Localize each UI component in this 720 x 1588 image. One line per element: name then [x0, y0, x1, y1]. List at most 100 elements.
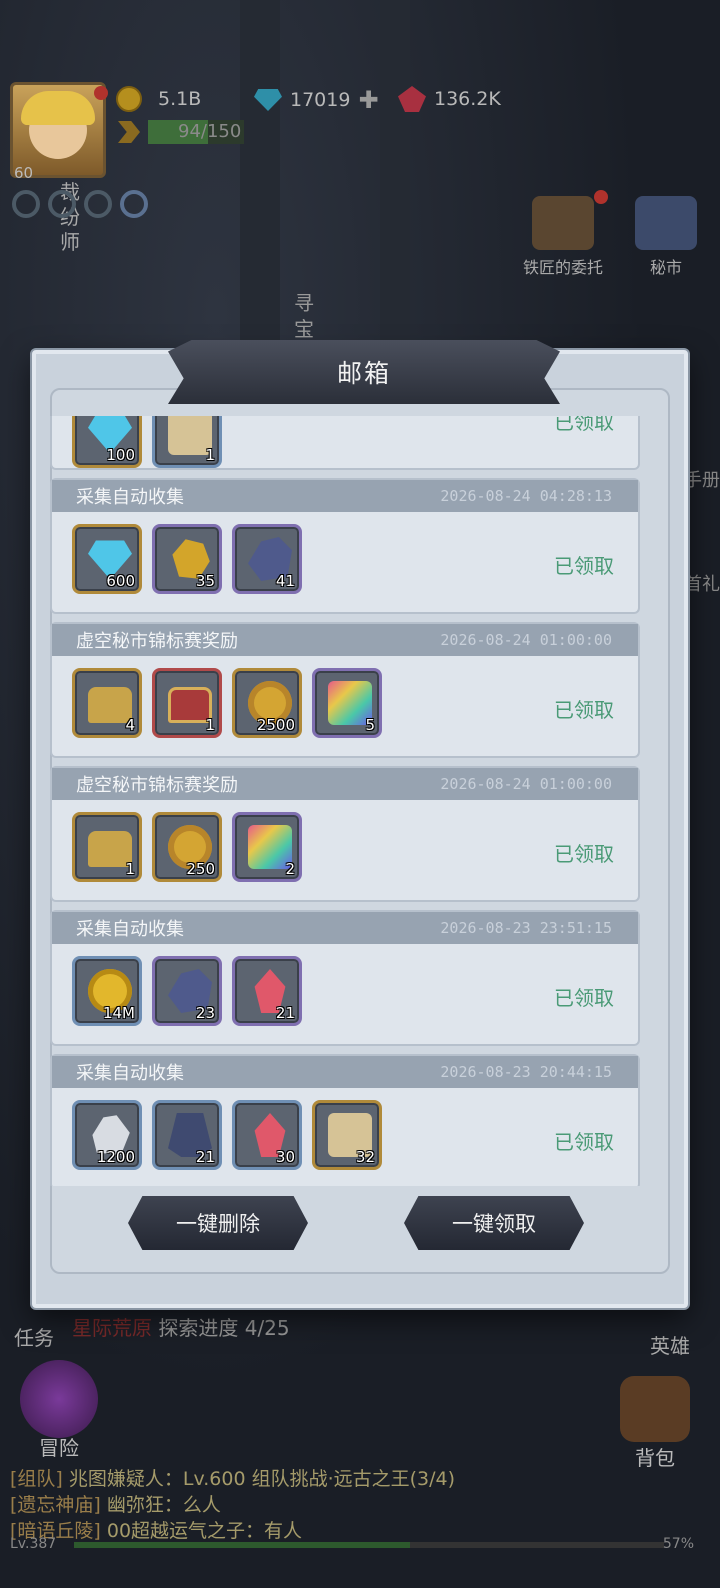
mail-header: 虚空秘市锦标赛奖励 2026-08-24 01:00:00 — [52, 768, 638, 800]
player-level: 60 — [14, 164, 34, 182]
explore-zone-name[interactable]: 星际荒原 — [72, 1316, 152, 1340]
task-button[interactable]: 任务 — [14, 1308, 54, 1351]
explore-progress: 星际荒原 探索进度 4/25 — [72, 1312, 290, 1341]
mail-timestamp: 2026-08-23 20:44:15 — [440, 1063, 612, 1081]
reward-item[interactable]: 2 — [232, 812, 302, 882]
reward-item[interactable]: 250 — [152, 812, 222, 882]
reward-count: 600 — [106, 572, 135, 590]
top-hud: 60 裁纷师 5.1B 17019 ✚ 136.2K 94/150 铁匠的委托 … — [0, 0, 720, 341]
experience-percent: 57% — [662, 1536, 694, 1552]
chat-text: 兆图嫌疑人：Lv.600 组队挑战·远古之王(3/4) — [68, 1468, 456, 1490]
hero-button[interactable]: 英雄 — [650, 1330, 690, 1359]
mail-header: 采集自动收集 2026-08-23 20:44:15 — [52, 1056, 638, 1088]
mail-entry[interactable]: 采集自动收集 2026-08-23 20:44:15 1200 21 30 32… — [50, 1054, 640, 1186]
reward-item[interactable]: 23 — [152, 956, 222, 1026]
player-level-label: Lv.387 — [10, 1536, 57, 1552]
diamond-icon — [254, 89, 282, 111]
reward-item[interactable]: 32 — [312, 1100, 382, 1170]
reward-items: 600 35 41 — [72, 524, 302, 594]
reward-item[interactable]: 5 — [312, 668, 382, 738]
reward-item[interactable]: 4 — [72, 668, 142, 738]
reward-item[interactable]: 14M — [72, 956, 142, 1026]
chat-feed[interactable]: [组队] 兆图嫌疑人：Lv.600 组队挑战·远古之王(3/4) [遗忘神庙] … — [10, 1466, 455, 1544]
blacksmith-label: 铁匠的委托 — [522, 258, 603, 277]
backpack-icon — [620, 1376, 690, 1442]
reward-count: 32 — [355, 1148, 375, 1166]
reward-count: 2 — [285, 860, 295, 878]
blacksmith-commission-button[interactable]: 铁匠的委托 — [516, 196, 610, 278]
ruby-amount: 136.2K — [434, 88, 501, 110]
stamina-icon — [118, 121, 140, 143]
treasure-chest-icon — [532, 196, 594, 250]
manual-side-label[interactable]: 手册 — [684, 466, 720, 492]
reward-count: 4 — [125, 716, 135, 734]
mail-entry[interactable]: 采集自动收集 2026-08-23 23:51:15 14M 23 21 已领取 — [50, 910, 640, 1046]
mail-entry[interactable]: 虚空秘市锦标赛奖励 2026-08-24 01:00:00 1 250 2 已领… — [50, 766, 640, 902]
mail-title: 虚空秘市锦标赛奖励 — [76, 775, 238, 796]
reward-item[interactable]: 41 — [232, 524, 302, 594]
reward-items: 14M 23 21 — [72, 956, 302, 1026]
avatar-hair — [21, 91, 95, 125]
gold-amount: 5.1B — [158, 88, 202, 110]
reward-count: 5 — [365, 716, 375, 734]
claim-all-button[interactable]: 一键领取 — [404, 1196, 584, 1250]
adventure-button[interactable]: 冒险 — [14, 1360, 104, 1461]
chat-line: [遗忘神庙] 幽弥狂：么人 — [10, 1492, 455, 1518]
reward-item[interactable]: 600 — [72, 524, 142, 594]
reward-item[interactable]: 1 — [152, 668, 222, 738]
mail-entry[interactable]: 虚空秘市锦标赛奖励 2026-08-24 01:00:00 4 1 2500 5… — [50, 622, 640, 758]
reward-items: 1200 21 30 32 — [72, 1100, 382, 1170]
mail-timestamp: 2026-08-24 01:00:00 — [440, 775, 612, 793]
delete-all-button[interactable]: 一键删除 — [128, 1196, 308, 1250]
reward-count: 1 — [205, 446, 215, 464]
chat-line: [组队] 兆图嫌疑人：Lv.600 组队挑战·远古之王(3/4) — [10, 1466, 455, 1492]
treasure-hunt-label[interactable]: 寻宝 — [294, 290, 318, 342]
gem-slot-icon — [120, 190, 148, 218]
reward-items: 4 1 2500 5 — [72, 668, 382, 738]
mail-title: 采集自动收集 — [76, 487, 184, 508]
chat-channel: [遗忘神庙] — [10, 1494, 101, 1516]
claimed-status: 已领取 — [554, 698, 614, 722]
stamina-value: 94/150 — [178, 121, 242, 142]
reward-item[interactable]: 1 — [152, 416, 222, 468]
chat-text: 幽弥狂：么人 — [106, 1494, 221, 1516]
mail-title: 采集自动收集 — [76, 1063, 184, 1084]
backpack-button[interactable]: 背包 — [610, 1376, 700, 1471]
reward-item[interactable]: 30 — [232, 1100, 302, 1170]
reward-count: 250 — [186, 860, 215, 878]
mail-header: 采集自动收集 2026-08-23 23:51:15 — [52, 912, 638, 944]
reward-count: 30 — [275, 1148, 295, 1166]
mail-title: 采集自动收集 — [76, 919, 184, 940]
reward-item[interactable]: 100 — [72, 416, 142, 468]
bottom-hud: 任务 星际荒原 探索进度 4/25 英雄 冒险 背包 [组队] 兆图嫌疑人：Lv… — [0, 1296, 720, 1588]
reward-count: 2500 — [256, 716, 295, 734]
reward-item[interactable]: 2500 — [232, 668, 302, 738]
add-diamond-icon[interactable]: ✚ — [358, 86, 378, 114]
secret-market-button[interactable]: 秘市 — [628, 196, 704, 278]
reward-count: 21 — [275, 1004, 295, 1022]
diamond-amount: 17019 — [290, 89, 351, 111]
stamina-bar: 94/150 — [148, 120, 244, 144]
mail-list[interactable]: 100 1 已领取 采集自动收集 2026-08-24 04:28:13 600… — [50, 416, 642, 1186]
explore-progress-text: 探索进度 4/25 — [158, 1316, 290, 1340]
reward-item[interactable]: 1200 — [72, 1100, 142, 1170]
ruby-display: 136.2K — [398, 86, 501, 112]
reward-count: 1200 — [96, 1148, 135, 1166]
reward-item[interactable]: 35 — [152, 524, 222, 594]
reward-count: 14M — [102, 1004, 135, 1022]
mail-timestamp: 2026-08-24 01:00:00 — [440, 631, 612, 649]
mail-entry[interactable]: 采集自动收集 2026-08-24 04:28:13 600 35 41 已领取 — [50, 478, 640, 614]
reward-item[interactable]: 1 — [72, 812, 142, 882]
notification-dot — [594, 190, 608, 204]
reward-count: 1 — [125, 860, 135, 878]
first-gift-side-label[interactable]: 首礼 — [684, 570, 720, 596]
chat-channel: [组队] — [10, 1468, 63, 1490]
reward-item[interactable]: 21 — [232, 956, 302, 1026]
reward-count: 35 — [195, 572, 215, 590]
reward-items: 1 250 2 — [72, 812, 302, 882]
mail-header: 采集自动收集 2026-08-24 04:28:13 — [52, 480, 638, 512]
reward-item[interactable]: 21 — [152, 1100, 222, 1170]
gold-display: 5.1B — [116, 86, 201, 112]
mail-entry[interactable]: 100 1 已领取 — [50, 416, 640, 470]
adventure-orb-icon — [20, 1360, 98, 1438]
